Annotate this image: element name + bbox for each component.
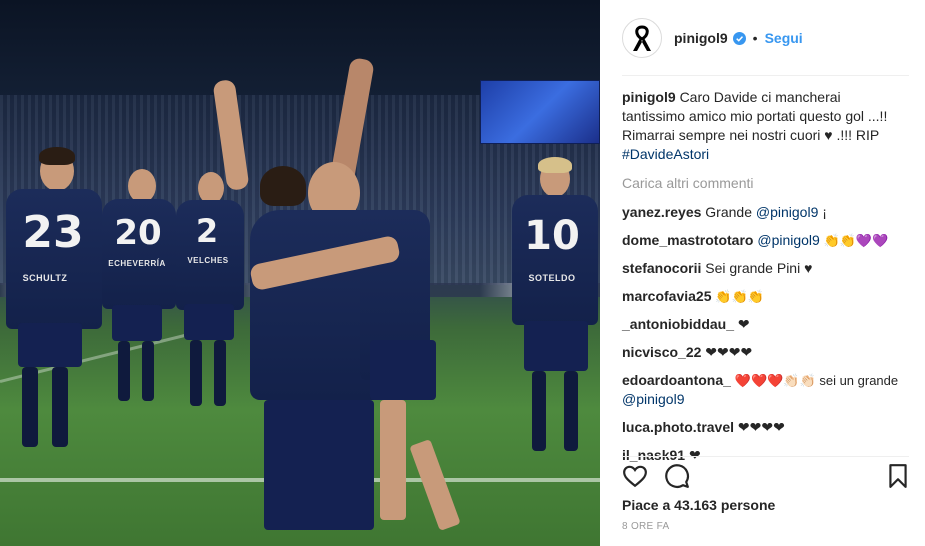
- caption-username[interactable]: pinigol9: [622, 89, 676, 105]
- comment-username[interactable]: nicvisco_22: [622, 344, 701, 360]
- comment-text-after: 👏👏💜💜: [819, 233, 889, 248]
- comment-username[interactable]: edoardoantona_: [622, 372, 731, 388]
- likes-count[interactable]: Piace a 43.163 persone: [622, 497, 775, 513]
- comment-mention[interactable]: @pinigol9: [622, 391, 684, 407]
- separator-dot: •: [752, 30, 758, 46]
- player-23: 23 SCHULTZ: [0, 145, 110, 475]
- comment-icon[interactable]: [664, 463, 690, 489]
- comment-text: ❤❤❤❤: [705, 344, 753, 360]
- jersey-number: 23: [22, 207, 84, 258]
- caption: pinigol9 Caro Davide ci mancherai tantis…: [622, 88, 907, 164]
- comment: nicvisco_22 ❤❤❤❤: [622, 343, 907, 362]
- jersey-number: 10: [524, 213, 580, 259]
- comment-text: 👏👏👏: [715, 289, 764, 304]
- comment-text: Grande: [705, 204, 756, 220]
- comment-mention[interactable]: @pinigol9: [757, 232, 819, 248]
- comment-text: ❤❤❤❤: [737, 419, 785, 435]
- comment: yanez.reyes Grande @pinigol9 ¡: [622, 203, 907, 222]
- post-timestamp: 8 ORE FA: [622, 521, 670, 532]
- verified-icon: [732, 31, 746, 45]
- player-20: 20 ECHEVERRÍA: [98, 165, 178, 415]
- jersey-number: 20: [114, 213, 162, 253]
- avatar[interactable]: [622, 18, 662, 58]
- comment-username[interactable]: marcofavia25: [622, 288, 712, 304]
- comment: luca.photo.travel ❤❤❤❤: [622, 418, 907, 437]
- comment-mention[interactable]: @pinigol9: [756, 204, 818, 220]
- celebrating-players: [210, 50, 480, 546]
- comment-text: Sei grande Pini ♥: [705, 260, 813, 276]
- comment-text: ❤: [737, 316, 750, 332]
- post-header: pinigol9 • Segui: [622, 16, 909, 60]
- username[interactable]: pinigol9: [674, 30, 728, 46]
- comment-text: ❤️❤️❤️👏🏻👏🏻 sei un grande: [734, 373, 899, 388]
- comment-text-after: ¡: [818, 204, 827, 220]
- bookmark-icon[interactable]: [885, 463, 911, 489]
- comment-username[interactable]: luca.photo.travel: [622, 419, 734, 435]
- comment: _antoniobiddau_ ❤: [622, 315, 907, 334]
- mourning-ribbon-icon: [633, 25, 651, 51]
- jersey-name: ECHEVERRÍA: [108, 259, 166, 268]
- comment: marcofavia25 👏👏👏: [622, 287, 907, 306]
- follow-button[interactable]: Segui: [765, 30, 803, 46]
- comment-username[interactable]: _antoniobiddau_: [622, 316, 734, 332]
- comment: edoardoantona_ ❤️❤️❤️👏🏻👏🏻 sei un grande …: [622, 371, 907, 409]
- comment-username[interactable]: yanez.reyes: [622, 204, 701, 220]
- post-side-panel: pinigol9 • Segui pinigol9 Caro Davide ci…: [600, 0, 925, 546]
- post-photo[interactable]: 23 SCHULTZ 20 ECHEVERRÍA 2 VELCHES 10 SO…: [0, 0, 600, 546]
- jersey-name: SOTELDO: [528, 273, 576, 283]
- comment-username[interactable]: dome_mastrototaro: [622, 232, 753, 248]
- stadium-screen: [480, 80, 600, 144]
- load-more-comments[interactable]: Carica altri commenti: [622, 174, 907, 193]
- caption-hashtag[interactable]: #DavideAstori: [622, 146, 709, 162]
- comment: dome_mastrototaro @pinigol9 👏👏💜💜: [622, 231, 907, 250]
- comment-username[interactable]: stefanocorii: [622, 260, 701, 276]
- comment: stefanocorii Sei grande Pini ♥: [622, 259, 907, 278]
- jersey-name: SCHULTZ: [22, 273, 68, 283]
- divider: [622, 75, 909, 76]
- comments-list: pinigol9 Caro Davide ci mancherai tantis…: [622, 88, 907, 474]
- post-actions: [622, 456, 909, 493]
- heart-icon[interactable]: [622, 463, 648, 489]
- player-10: 10 SOTELDO: [508, 155, 600, 465]
